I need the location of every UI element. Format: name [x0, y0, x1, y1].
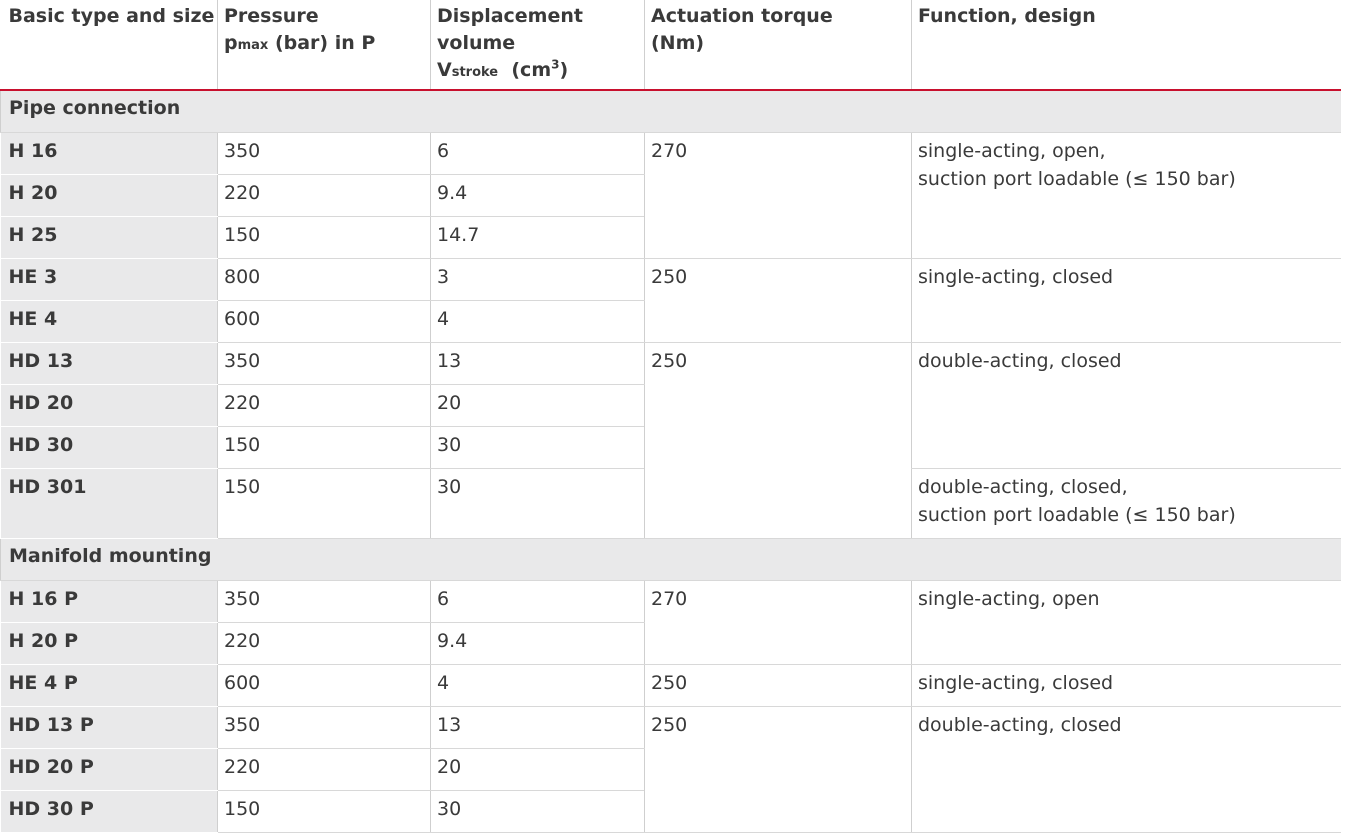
table-row: HE 3 800 3 250 single-acting, closed [0, 258, 1341, 343]
header-pressure-sub: max [237, 38, 269, 53]
volume-cell: 4 [430, 300, 645, 343]
volume-cell: 20 [430, 384, 645, 427]
pressure-cell: 350 [217, 342, 431, 385]
function-cell: double-acting, closed [911, 706, 1341, 833]
type-cell: HD 30 P [0, 790, 218, 833]
header-row: Basic type and size Pressure pmax (bar) … [0, 0, 1341, 91]
volume-cell: 9.4 [430, 174, 645, 217]
header-displacement-line1: Displacement [437, 5, 583, 27]
type-cell: HD 20 P [0, 748, 218, 791]
spec-table: Basic type and size Pressure pmax (bar) … [0, 0, 1341, 833]
header-pressure-unit: (bar) in P [268, 32, 376, 54]
type-cell: H 16 P [0, 580, 218, 623]
function-line2: suction port loadable (≤ 150 bar) [918, 168, 1236, 190]
table-row: HE 4 P 600 4 250 single-acting, closed [0, 664, 1341, 707]
type-cell: HE 4 P [0, 664, 218, 707]
function-line1: double-acting, closed, [918, 476, 1128, 498]
volume-cell: 6 [430, 580, 645, 623]
type-cell: H 16 [0, 132, 218, 175]
torque-cell: 270 [644, 132, 912, 259]
type-cell: H 20 P [0, 622, 218, 665]
pressure-cell: 800 [217, 258, 431, 301]
volume-cell: 30 [430, 790, 645, 833]
volume-cell: 4 [430, 664, 645, 707]
table-row: HD 13 P 350 13 250 double-acting, closed [0, 706, 1341, 833]
function-cell: single-acting, closed [911, 258, 1341, 343]
pressure-cell: 600 [217, 300, 431, 343]
pressure-cell: 150 [217, 216, 431, 259]
pressure-cell: 350 [217, 706, 431, 749]
volume-cell: 20 [430, 748, 645, 791]
function-cell: single-acting, open [911, 580, 1341, 665]
pressure-cell: 350 [217, 580, 431, 623]
pressure-cell: 220 [217, 748, 431, 791]
header-displacement-close: ) [559, 59, 569, 81]
header-pressure: Pressure pmax (bar) in P [217, 0, 431, 91]
header-type: Basic type and size [0, 0, 218, 91]
function-line1: single-acting, open, [918, 140, 1106, 162]
header-displacement-sub: stroke [451, 65, 499, 80]
header-displacement: Displacement volume Vstroke (cm3) [430, 0, 645, 91]
volume-cell: 30 [430, 468, 645, 539]
pressure-cell: 150 [217, 426, 431, 469]
pressure-cell: 150 [217, 468, 431, 539]
type-cell: HE 4 [0, 300, 218, 343]
function-line2: suction port loadable (≤ 150 bar) [918, 504, 1236, 526]
function-spacer-cell [911, 216, 1341, 259]
volume-cell: 6 [430, 132, 645, 175]
section-row-pipe-connection: Pipe connection [0, 89, 1341, 133]
type-cell: HD 20 [0, 384, 218, 427]
volume-cell: 13 [430, 342, 645, 385]
table-row: H 16 350 6 270 single-acting, open, sucti… [0, 132, 1341, 259]
function-cell: double-acting, closed [911, 342, 1341, 469]
torque-cell: 250 [644, 342, 912, 539]
volume-cell: 14.7 [430, 216, 645, 259]
type-cell: HD 13 [0, 342, 218, 385]
pressure-cell: 220 [217, 174, 431, 217]
pressure-cell: 600 [217, 664, 431, 707]
type-cell: H 25 [0, 216, 218, 259]
section-title: Manifold mounting [0, 538, 1341, 581]
section-title: Pipe connection [0, 89, 1341, 133]
torque-cell: 250 [644, 664, 912, 707]
volume-cell: 30 [430, 426, 645, 469]
header-displacement-unit: (cm [498, 59, 552, 81]
header-torque: Actuation torque (Nm) [644, 0, 912, 91]
section-row-manifold-mounting: Manifold mounting [0, 538, 1341, 581]
torque-cell: 250 [644, 706, 912, 833]
type-cell: HE 3 [0, 258, 218, 301]
header-torque-line1: Actuation torque [651, 5, 833, 27]
pressure-cell: 350 [217, 132, 431, 175]
type-cell: HD 13 P [0, 706, 218, 749]
pressure-cell: 150 [217, 790, 431, 833]
torque-cell: 270 [644, 580, 912, 665]
function-cell: double-acting, closed, suction port loada… [911, 468, 1341, 539]
pressure-cell: 220 [217, 384, 431, 427]
volume-cell: 9.4 [430, 622, 645, 665]
header-displacement-line2: volume [437, 32, 516, 54]
table-row: H 16 P 350 6 270 single-acting, open [0, 580, 1341, 665]
pressure-cell: 220 [217, 622, 431, 665]
header-pressure-symbol: p [224, 32, 238, 54]
function-cell: single-acting, open, suction port loadabl… [911, 132, 1341, 217]
volume-cell: 13 [430, 706, 645, 749]
header-torque-line2: (Nm) [651, 32, 705, 54]
volume-cell: 3 [430, 258, 645, 301]
torque-cell: 250 [644, 258, 912, 343]
table-row: HD 13 350 13 250 double-acting, closed [0, 342, 1341, 539]
type-cell: HD 30 [0, 426, 218, 469]
function-cell: single-acting, closed [911, 664, 1341, 707]
header-pressure-line1: Pressure [224, 5, 319, 27]
header-function: Function, design [911, 0, 1341, 91]
type-cell: H 20 [0, 174, 218, 217]
header-displacement-symbol: V [437, 59, 452, 81]
type-cell: HD 301 [0, 468, 218, 539]
